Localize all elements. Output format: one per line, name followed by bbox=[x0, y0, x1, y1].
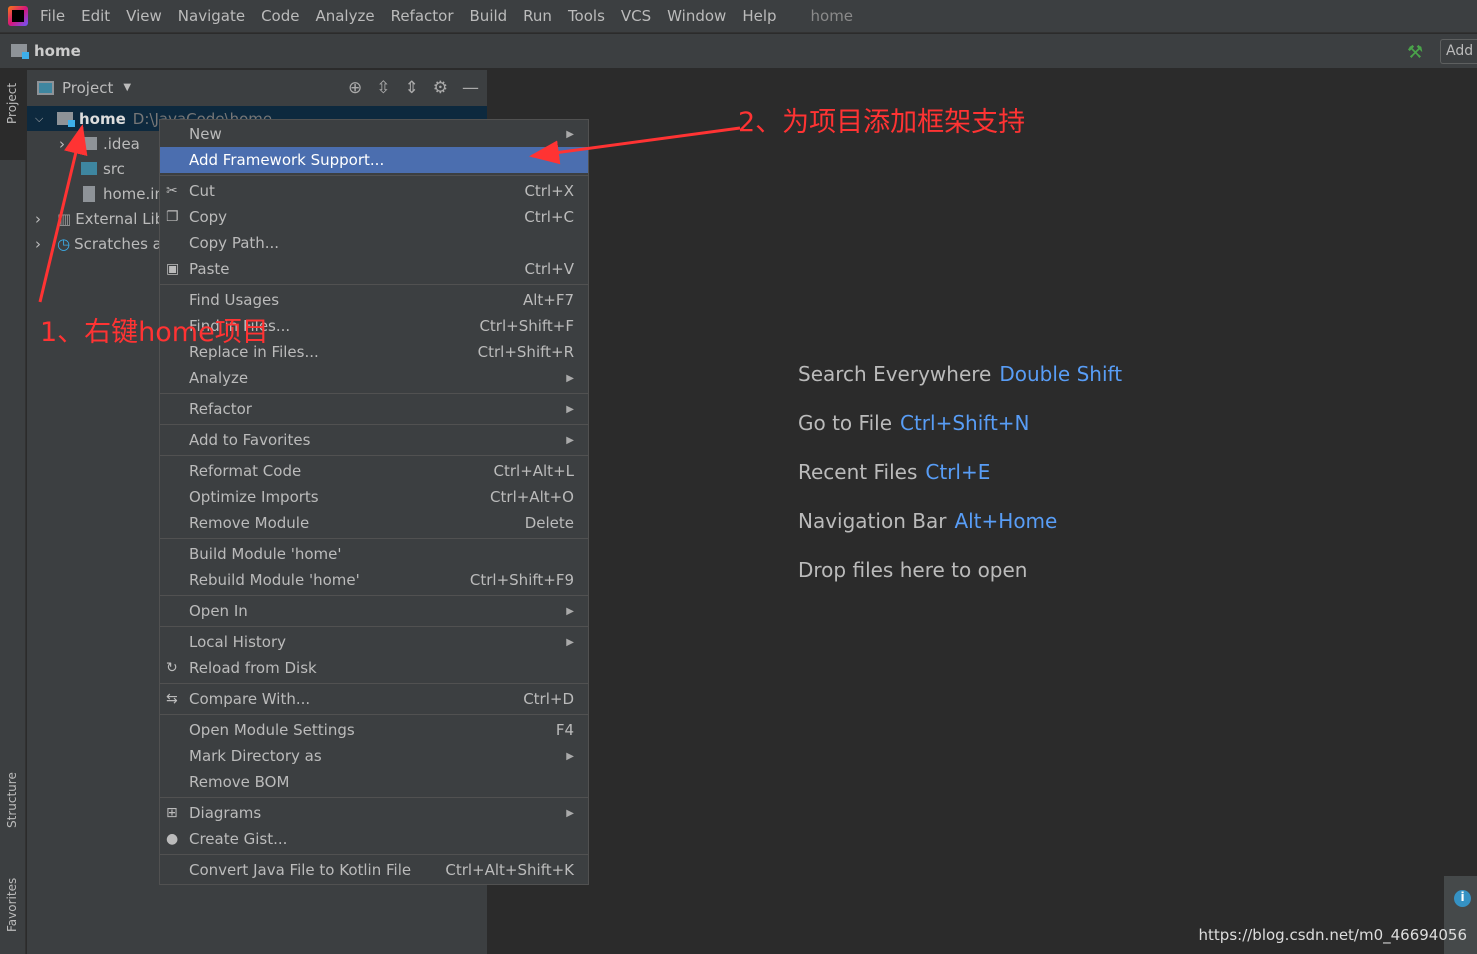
arrow-to-home bbox=[38, 124, 88, 303]
watermark: https://blog.csdn.net/m0_46694056 bbox=[1198, 926, 1467, 944]
annotation-arrows bbox=[38, 124, 741, 303]
arrow-to-add-framework bbox=[529, 126, 741, 165]
annotation-step1: 1、右键home项目 bbox=[40, 317, 269, 348]
annotation-step2: 2、为项目添加框架支持 bbox=[738, 107, 1026, 138]
